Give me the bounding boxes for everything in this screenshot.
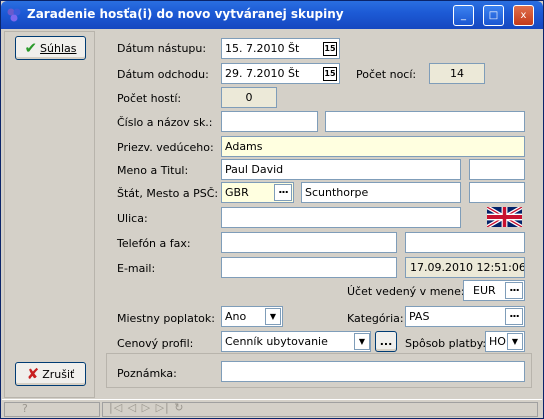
local-fee-label: Miestny poplatok:: [117, 312, 215, 325]
zip-field[interactable]: [469, 182, 525, 203]
group-number-label: Číslo a názov sk.:: [117, 116, 213, 129]
price-profile-browse-button[interactable]: ...: [375, 331, 397, 352]
payment-method-label: Spôsob platby:: [405, 337, 487, 350]
nights-label: Počet nocí:: [356, 68, 417, 81]
confirm-button[interactable]: ✔ Súhlas: [15, 36, 86, 60]
arrival-label: Dátum nástupu:: [117, 42, 207, 55]
guests-value: 0: [221, 87, 277, 108]
ellipsis-icon: ...: [379, 335, 393, 348]
minimize-icon: _: [461, 10, 466, 21]
title-bar[interactable]: Zaradenie hosťa(i) do novo vytváranej sk…: [1, 1, 543, 29]
street-label: Ulica:: [117, 212, 148, 225]
first-name-field[interactable]: Paul David: [221, 159, 461, 180]
left-button-panel: [4, 31, 95, 398]
category-label: Kategória:: [347, 312, 404, 325]
phone-fax-label: Telefón a fax:: [117, 237, 191, 250]
record-navigation-icons[interactable]: |◁ ◁ ▷ ▷| ↻: [109, 401, 184, 414]
note-field[interactable]: [221, 361, 525, 382]
help-icon[interactable]: ?: [22, 402, 28, 415]
currency-picker-button[interactable]: ...: [505, 282, 523, 299]
email-field[interactable]: [221, 257, 397, 278]
close-button[interactable]: x: [513, 5, 534, 26]
group-name-field[interactable]: [325, 111, 525, 132]
timestamp-field: 17.09.2010 12:51:06: [405, 257, 525, 278]
leader-surname-field[interactable]: Adams: [221, 136, 525, 157]
note-label: Poznámka:: [117, 367, 177, 380]
chevron-down-icon[interactable]: ▼: [354, 333, 370, 350]
checkmark-icon: ✔: [24, 38, 38, 57]
fax-field[interactable]: [405, 232, 525, 253]
country-city-label: Štát, Mesto a PSČ:: [117, 187, 219, 200]
leader-surname-label: Priezv. vedúceho:: [117, 141, 214, 154]
currency-label: Účet vedený v mene:: [347, 285, 465, 298]
category-picker-button[interactable]: ...: [505, 308, 523, 325]
minimize-button[interactable]: _: [453, 5, 474, 26]
name-title-label: Meno a Titul:: [117, 164, 189, 177]
city-field[interactable]: Scunthorpe: [301, 182, 461, 203]
uk-flag-icon: [487, 207, 522, 227]
calendar-icon[interactable]: 15: [323, 67, 337, 81]
group-number-field[interactable]: [221, 111, 318, 132]
price-profile-select[interactable]: Cenník ubytovanie: [221, 331, 371, 352]
app-icon: [7, 8, 21, 22]
maximize-icon: □: [488, 10, 499, 21]
cancel-button[interactable]: ✘ Zrušiť: [15, 362, 86, 386]
dialog-window: Zaradenie hosťa(i) do novo vytváranej sk…: [0, 0, 544, 419]
phone-field[interactable]: [221, 232, 397, 253]
departure-label: Dátum odchodu:: [117, 68, 209, 81]
maximize-button[interactable]: □: [483, 5, 504, 26]
chevron-down-icon[interactable]: ▼: [507, 333, 523, 350]
email-label: E-mail:: [117, 262, 156, 275]
status-cell-help: [4, 402, 100, 417]
title-field[interactable]: [469, 159, 525, 180]
calendar-icon[interactable]: 15: [323, 42, 337, 56]
close-icon: x: [520, 10, 527, 21]
country-picker-button[interactable]: ...: [274, 184, 292, 201]
chevron-down-icon[interactable]: ▼: [265, 308, 281, 325]
nights-value: 14: [429, 63, 485, 84]
guests-label: Počet hostí:: [117, 92, 182, 105]
x-mark-icon: ✘: [26, 364, 40, 383]
status-bar: ? |◁ ◁ ▷ ▷| ↻: [2, 399, 542, 418]
window-title: Zaradenie hosťa(i) do novo vytváranej sk…: [27, 7, 344, 21]
price-profile-label: Cenový profil:: [117, 337, 194, 350]
street-field[interactable]: [221, 207, 461, 228]
